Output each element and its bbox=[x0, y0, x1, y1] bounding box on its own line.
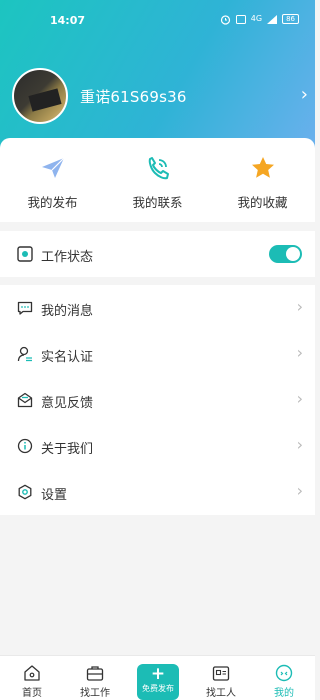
publish-label: 免费发布 bbox=[142, 684, 174, 693]
menu-label-feedback: 意见反馈 bbox=[41, 396, 94, 411]
menu-label-settings: 设置 bbox=[41, 488, 68, 503]
work-status-label: 工作状态 bbox=[41, 250, 94, 265]
settings-icon bbox=[18, 484, 32, 500]
feedback-icon bbox=[17, 392, 33, 408]
battery-indicator: 86 bbox=[282, 14, 299, 24]
work-status-row: 工作状态 bbox=[0, 231, 315, 277]
star-icon bbox=[251, 157, 274, 178]
chevron-right-icon[interactable]: › bbox=[301, 84, 308, 105]
plus-icon: + bbox=[150, 664, 166, 684]
home-icon bbox=[24, 665, 40, 681]
status-time: 14:07 bbox=[50, 14, 86, 27]
tab-label-home: 首页 bbox=[22, 688, 42, 699]
menu-item-feedback[interactable]: 意见反馈 › bbox=[0, 377, 315, 423]
profile-row[interactable]: 重诺61S69s36 › bbox=[12, 68, 312, 124]
menu-item-about[interactable]: 关于我们 › bbox=[0, 423, 315, 469]
menu-item-messages[interactable]: 我的消息 › bbox=[0, 285, 315, 331]
chevron-right-icon: › bbox=[296, 389, 303, 408]
chevron-right-icon: › bbox=[296, 435, 303, 454]
menu-label-verification: 实名认证 bbox=[41, 350, 94, 365]
message-icon bbox=[17, 301, 33, 315]
hd-icon bbox=[235, 14, 246, 24]
phone-icon bbox=[148, 157, 169, 180]
user-verify-icon bbox=[17, 346, 32, 362]
menu-label-messages: 我的消息 bbox=[41, 304, 94, 319]
my-posts-label: 我的发布 bbox=[27, 195, 78, 210]
my-contacts-label: 我的联系 bbox=[132, 195, 183, 210]
status-icons: 4G 86 bbox=[220, 13, 299, 25]
my-contacts-button[interactable]: 我的联系 bbox=[105, 138, 210, 222]
menu-item-verification[interactable]: 实名认证 › bbox=[0, 331, 315, 377]
chevron-right-icon: › bbox=[296, 481, 303, 500]
briefcase-icon bbox=[86, 666, 104, 681]
status-icon bbox=[17, 246, 33, 262]
tab-find-job[interactable]: 找工作 bbox=[65, 656, 125, 700]
tab-label-find-worker: 找工人 bbox=[206, 688, 236, 699]
worker-icon bbox=[212, 666, 230, 681]
signal-label: 4G bbox=[250, 14, 263, 23]
quick-actions-card: 我的发布 我的联系 我的收藏 bbox=[0, 138, 315, 222]
free-publish-button[interactable]: + 免费发布 bbox=[137, 664, 179, 700]
my-favorites-label: 我的收藏 bbox=[237, 195, 288, 210]
work-status-toggle[interactable] bbox=[269, 245, 302, 263]
tab-find-worker[interactable]: 找工人 bbox=[191, 656, 251, 700]
mine-icon bbox=[275, 664, 293, 682]
chevron-right-icon: › bbox=[296, 343, 303, 362]
menu-item-settings[interactable]: 设置 › bbox=[0, 469, 315, 515]
info-icon bbox=[17, 438, 33, 454]
signal-icon bbox=[267, 14, 278, 24]
avatar[interactable] bbox=[12, 68, 68, 124]
chevron-right-icon: › bbox=[296, 297, 303, 316]
tab-home[interactable]: 首页 bbox=[2, 656, 62, 700]
tab-label-mine: 我的 bbox=[274, 688, 294, 699]
menu-label-about: 关于我们 bbox=[41, 442, 94, 457]
my-posts-button[interactable]: 我的发布 bbox=[0, 138, 105, 222]
tab-mine[interactable]: 我的 bbox=[254, 656, 314, 700]
alarm-icon bbox=[220, 14, 230, 25]
settings-menu: 我的消息 › 实名认证 › 意见反馈 › 关于我们 › 设置 › bbox=[0, 285, 315, 515]
paper-plane-icon bbox=[41, 157, 64, 178]
tab-label-find-job: 找工作 bbox=[80, 688, 110, 699]
my-favorites-button[interactable]: 我的收藏 bbox=[210, 138, 315, 222]
status-bar: 14:07 4G 86 bbox=[0, 0, 315, 40]
username: 重诺61S69s36 bbox=[80, 88, 187, 106]
